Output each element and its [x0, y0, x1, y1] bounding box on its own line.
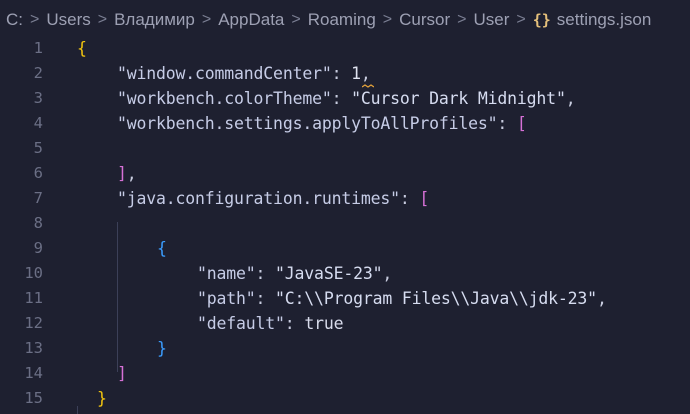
code-line: 1 { [0, 36, 690, 61]
brace-open: { [77, 39, 87, 58]
comma: , [596, 289, 607, 308]
bracket-close: ] [117, 364, 127, 383]
line-number: 12 [24, 314, 43, 332]
code-content: "path": "C:\\Program Files\\Java\\jdk-23… [197, 286, 607, 311]
json-key: "default" [197, 314, 285, 333]
line-number: 7 [33, 189, 43, 207]
code-line: 10 "name": "JavaSE-23", [0, 261, 690, 286]
code-line: 12 "default": true [0, 311, 690, 336]
colon: : [284, 314, 305, 333]
code-editor[interactable]: 1 { 2 "window.commandCenter": 1, 3 "work… [0, 36, 690, 414]
comma: , [565, 89, 576, 108]
code-line: 2 "window.commandCenter": 1, [0, 61, 690, 86]
json-key: "path" [197, 289, 256, 308]
code-content: "window.commandCenter": 1, [117, 61, 371, 86]
breadcrumb-item-cursor[interactable]: Cursor [399, 10, 450, 30]
chevron-right-icon: > [97, 11, 108, 28]
line-number: 6 [33, 164, 43, 182]
breadcrumb-item-roaming[interactable]: Roaming [308, 10, 376, 30]
line-number: 1 [33, 39, 43, 57]
code-content: "java.configuration.runtimes": [ [117, 186, 429, 211]
code-content: "workbench.colorTheme": "Cursor Dark Mid… [117, 86, 576, 111]
bracket-open: [ [516, 114, 527, 133]
colon: : [255, 289, 276, 308]
brace-open: { [157, 239, 167, 258]
code-line: 15 } [0, 386, 690, 411]
code-content: { [157, 236, 167, 261]
chevron-right-icon: > [516, 11, 526, 28]
breadcrumb: C: > Users > Владимир > AppData > Roamin… [0, 0, 690, 40]
code-line: 11 "path": "C:\\Program Files\\Java\\jdk… [0, 286, 690, 311]
json-value: 1 [351, 64, 361, 83]
breadcrumb-item-file[interactable]: settings.json [557, 10, 652, 30]
code-content: "name": "JavaSE-23", [197, 261, 392, 286]
line-number: 2 [33, 64, 43, 82]
breadcrumb-item-user[interactable]: User [473, 10, 509, 30]
colon: : [255, 264, 276, 283]
code-content: ] [117, 361, 127, 386]
chevron-right-icon: > [382, 11, 393, 28]
breadcrumb-item-drive[interactable]: C: [6, 10, 23, 30]
line-number: 5 [33, 139, 43, 157]
code-line: 3 "workbench.colorTheme": "Cursor Dark M… [0, 86, 690, 111]
line-number: 14 [24, 364, 43, 382]
line-number: 11 [24, 289, 43, 307]
code-content: { [77, 36, 87, 61]
json-key: "java.configuration.runtimes" [117, 189, 400, 208]
json-value: "JavaSE-23" [275, 264, 383, 283]
code-content: } [157, 336, 167, 361]
bracket-open: [ [419, 189, 430, 208]
json-key: "name" [197, 264, 256, 283]
code-line: 4 "workbench.settings.applyToAllProfiles… [0, 111, 690, 136]
code-content: ], [117, 161, 137, 186]
code-line: 9 { [0, 236, 690, 261]
line-number: 4 [33, 114, 43, 132]
line-number: 13 [24, 339, 43, 357]
breadcrumb-item-username[interactable]: Владимир [114, 10, 195, 30]
code-line: 5 [0, 136, 690, 161]
json-file-icon: {} [532, 11, 551, 29]
chevron-right-icon: > [30, 11, 40, 28]
code-line: 13 } [0, 336, 690, 361]
json-value: true [304, 314, 344, 333]
chevron-right-icon: > [457, 11, 467, 28]
colon: : [331, 89, 352, 108]
line-number: 9 [33, 239, 43, 257]
json-key: "workbench.colorTheme" [117, 89, 332, 108]
line-number: 10 [24, 264, 43, 282]
colon: : [497, 114, 517, 133]
comma: , [382, 264, 393, 283]
brace-close: } [157, 339, 167, 358]
line-number: 8 [33, 214, 43, 232]
json-value: "C:\\Program Files\\Java\\jdk-23" [275, 289, 597, 308]
brace-close: } [97, 389, 107, 408]
breadcrumb-item-appdata[interactable]: AppData [218, 10, 284, 30]
code-line: 7 "java.configuration.runtimes": [ [0, 186, 690, 211]
colon: : [331, 64, 352, 83]
comma: , [360, 64, 371, 83]
code-line: 8 [0, 211, 690, 236]
json-key: "workbench.settings.applyToAllProfiles" [117, 114, 498, 133]
line-number: 3 [33, 89, 43, 107]
code-content: } [97, 386, 107, 411]
bracket-close: ] [117, 164, 127, 183]
line-number: 15 [24, 389, 43, 407]
chevron-right-icon: > [201, 11, 212, 28]
breadcrumb-item-users[interactable]: Users [46, 10, 90, 30]
json-value: "Cursor Dark Midnight" [351, 89, 566, 108]
colon: : [399, 189, 420, 208]
chevron-right-icon: > [291, 11, 301, 28]
code-content: "workbench.settings.applyToAllProfiles":… [117, 111, 527, 136]
code-line: 6 ], [0, 161, 690, 186]
json-key: "window.commandCenter" [117, 64, 332, 83]
comma: , [126, 164, 137, 183]
code-content: "default": true [197, 311, 344, 336]
code-line: 14 ] [0, 361, 690, 386]
